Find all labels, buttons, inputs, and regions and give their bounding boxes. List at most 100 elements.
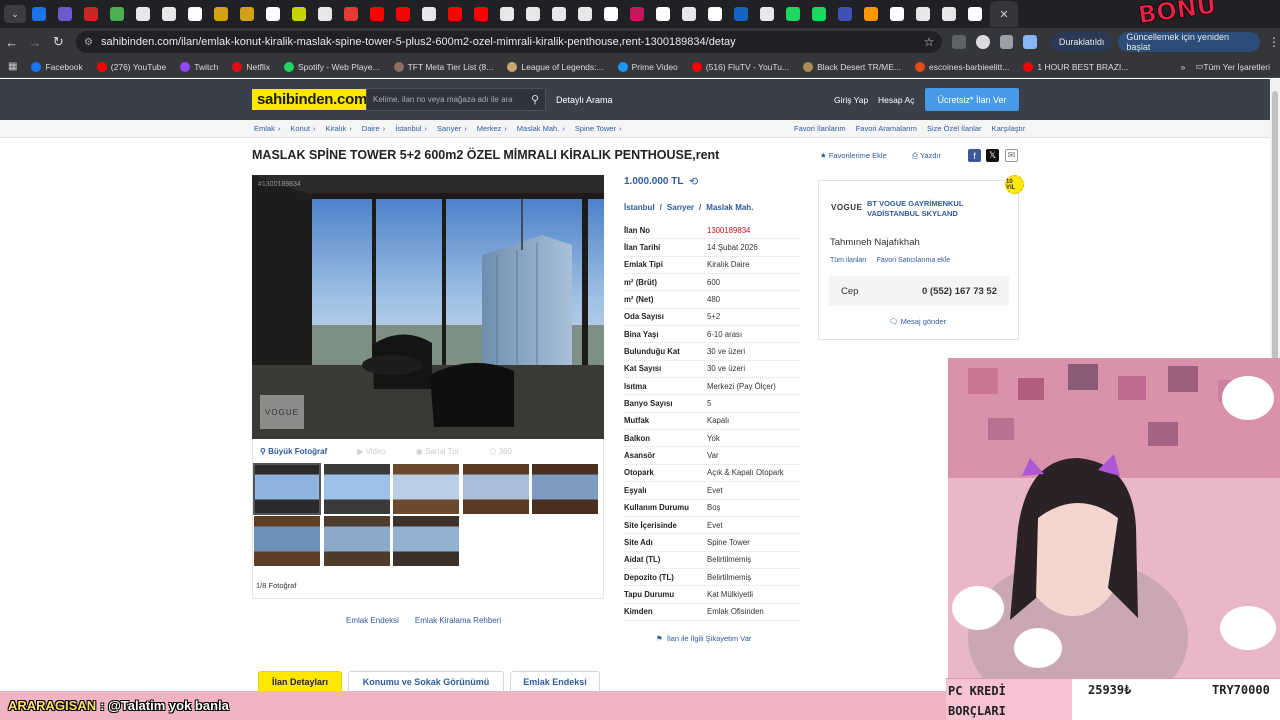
bookmark-item[interactable]: (516) FluTV - YouTu...: [691, 61, 789, 72]
facebook-share-icon[interactable]: f: [968, 149, 981, 162]
tab-favicon-icon[interactable]: [188, 7, 202, 21]
active-tab[interactable]: ✕: [990, 1, 1018, 27]
bookmark-item[interactable]: Prime Video: [617, 61, 678, 72]
tab-favicon-icon[interactable]: [318, 7, 332, 21]
tab-favicon-icon[interactable]: [396, 7, 410, 21]
tab-favicon-icon[interactable]: [58, 7, 72, 21]
photo-thumbnail[interactable]: [462, 464, 529, 514]
photo-thumbnail[interactable]: [393, 516, 459, 566]
main-listing-photo[interactable]: #1300189834 VOGUE: [252, 175, 604, 439]
post-ad-button[interactable]: Ücretsiz* İlan Ver: [925, 88, 1019, 111]
breadcrumb-item[interactable]: Spine Tower: [575, 124, 616, 133]
extension-icon[interactable]: [952, 35, 966, 49]
tab-favicon-icon[interactable]: [474, 7, 488, 21]
bookmark-item[interactable]: Spotify - Web Playe...: [283, 61, 380, 72]
tab-favicon-icon[interactable]: [214, 7, 228, 21]
tab-favicon-icon[interactable]: [708, 7, 722, 21]
seller-logo[interactable]: VOGUE: [831, 203, 862, 212]
register-link[interactable]: Hesap Aç: [878, 95, 914, 105]
tab-favicon-icon[interactable]: [968, 7, 982, 21]
bookmark-item[interactable]: League of Legends:...: [507, 61, 604, 72]
bookmark-item[interactable]: 1 HOUR BEST BRAZI...: [1023, 61, 1128, 72]
tab-favicon-icon[interactable]: [630, 7, 644, 21]
tab-location-street-view[interactable]: Konumu ve Sokak Görünümü: [348, 671, 504, 693]
all-bookmarks-folder[interactable]: ▭ Tüm Yer İşaretleri: [1195, 61, 1270, 72]
seller-firm-link[interactable]: BT VOGUE GAYRİMENKUL VADİSTANBUL SKYLAND: [867, 199, 1007, 219]
breadcrumb-item[interactable]: Sarıyer: [437, 124, 461, 133]
sidebar-icon[interactable]: [1023, 35, 1037, 49]
tab-listing-details[interactable]: İlan Detayları: [258, 671, 342, 693]
breadcrumb-item[interactable]: İstanbul: [395, 124, 421, 133]
bookmark-item[interactable]: Black Desert TR/ME...: [803, 61, 901, 72]
breadcrumb-item[interactable]: Kiralık: [325, 124, 346, 133]
tab-favicon-icon[interactable]: [448, 7, 462, 21]
back-arrow-icon[interactable]: ←: [0, 35, 23, 50]
photo-thumbnail[interactable]: [532, 464, 598, 514]
tab-favicon-icon[interactable]: [682, 7, 696, 21]
phone-number[interactable]: 0 (552) 167 73 52: [922, 286, 997, 297]
reload-icon[interactable]: ↻: [47, 34, 70, 50]
tab-favicon-icon[interactable]: [422, 7, 436, 21]
x-share-icon[interactable]: 𝕏: [986, 149, 999, 162]
tab-favicon-icon[interactable]: [240, 7, 254, 21]
bookmark-item[interactable]: Twitch: [180, 61, 218, 72]
tab-favicon-icon[interactable]: [942, 7, 956, 21]
tab-favicon-icon[interactable]: [84, 7, 98, 21]
apps-grid-icon[interactable]: ▦: [8, 61, 17, 72]
tab-favicon-icon[interactable]: [734, 7, 748, 21]
breadcrumb-item[interactable]: Maslak Mah.: [517, 124, 560, 133]
advanced-search-link[interactable]: Detaylı Arama: [556, 95, 613, 105]
bookmarks-overflow-icon[interactable]: »: [1181, 62, 1186, 72]
search-icon[interactable]: ⚲: [531, 93, 539, 106]
breadcrumb-item[interactable]: Daire: [362, 124, 380, 133]
extensions-puzzle-icon[interactable]: [999, 35, 1014, 49]
photo-thumbnail[interactable]: [253, 463, 321, 515]
tab-favicon-icon[interactable]: [32, 7, 46, 21]
photo-thumbnail[interactable]: [323, 516, 390, 566]
add-to-favorites-link[interactable]: ★ Favorilerime Ekle: [820, 151, 887, 160]
quick-link[interactable]: Favori Aramalarım: [856, 124, 917, 133]
large-photo-button[interactable]: ⚲ Büyük Fotoğraf: [260, 447, 327, 456]
breadcrumb-item[interactable]: Merkez: [477, 124, 502, 133]
tab-favicon-icon[interactable]: [552, 7, 566, 21]
tab-favicon-icon[interactable]: [110, 7, 124, 21]
tab-favicon-icon[interactable]: [656, 7, 670, 21]
quick-link[interactable]: Size Özel İlanlar: [927, 124, 982, 133]
bookmark-item[interactable]: Netflix: [232, 61, 270, 72]
location-link[interactable]: İstanbul: [624, 203, 655, 212]
tab-search-button[interactable]: ⌄: [4, 5, 26, 23]
photo-thumbnail[interactable]: [254, 516, 320, 566]
email-share-icon[interactable]: ✉: [1005, 149, 1018, 162]
tab-favicon-icon[interactable]: [136, 7, 150, 21]
tab-favicon-icon[interactable]: [890, 7, 904, 21]
close-tab-icon[interactable]: ✕: [999, 8, 1008, 21]
tab-favicon-icon[interactable]: [162, 7, 176, 21]
breadcrumb-item[interactable]: Emlak: [254, 124, 275, 133]
tab-favicon-icon[interactable]: [344, 7, 358, 21]
breadcrumb-item[interactable]: Konut: [290, 124, 310, 133]
quick-link[interactable]: Karşılaştır: [992, 124, 1026, 133]
search-input[interactable]: Kelime, ilan no veya mağaza adı ile ara …: [366, 88, 546, 111]
rental-guide-link[interactable]: Emlak Kiralama Rehberi: [415, 616, 501, 625]
bookmark-item[interactable]: (276) YouTube: [96, 61, 166, 72]
tab-favicon-icon[interactable]: [838, 7, 852, 21]
send-message-link[interactable]: 🗨 Mesaj gönder: [889, 317, 946, 326]
tab-favicon-icon[interactable]: [292, 7, 306, 21]
bookmark-star-icon[interactable]: ☆: [924, 35, 935, 49]
emlak-endeksi-link[interactable]: Emlak Endeksi: [346, 616, 399, 625]
location-link[interactable]: Sarıyer: [667, 203, 694, 212]
menu-kebab-icon[interactable]: ⋮: [1268, 35, 1280, 49]
forward-arrow-icon[interactable]: →: [23, 35, 46, 50]
tab-favicon-icon[interactable]: [812, 7, 826, 21]
bookmark-item[interactable]: escoines-barbieelitt...: [915, 61, 1009, 72]
login-link[interactable]: Giriş Yap: [834, 95, 868, 105]
report-listing-link[interactable]: ⚑ İlan ile İlgili Şikayetim Var: [656, 634, 751, 643]
site-logo[interactable]: sahibinden.com: [252, 89, 372, 110]
seller-all-ads-link[interactable]: Tüm ilanları: [830, 257, 867, 264]
price-history-icon[interactable]: ⟲: [689, 175, 698, 188]
quick-link[interactable]: Favori İlanlarım: [794, 124, 846, 133]
add-fav-seller-link[interactable]: Favori Satıcılarıma ekle: [877, 257, 951, 264]
tab-favicon-icon[interactable]: [266, 7, 280, 21]
tab-emlak-endeksi[interactable]: Emlak Endeksi: [510, 671, 600, 693]
tab-favicon-icon[interactable]: [500, 7, 514, 21]
